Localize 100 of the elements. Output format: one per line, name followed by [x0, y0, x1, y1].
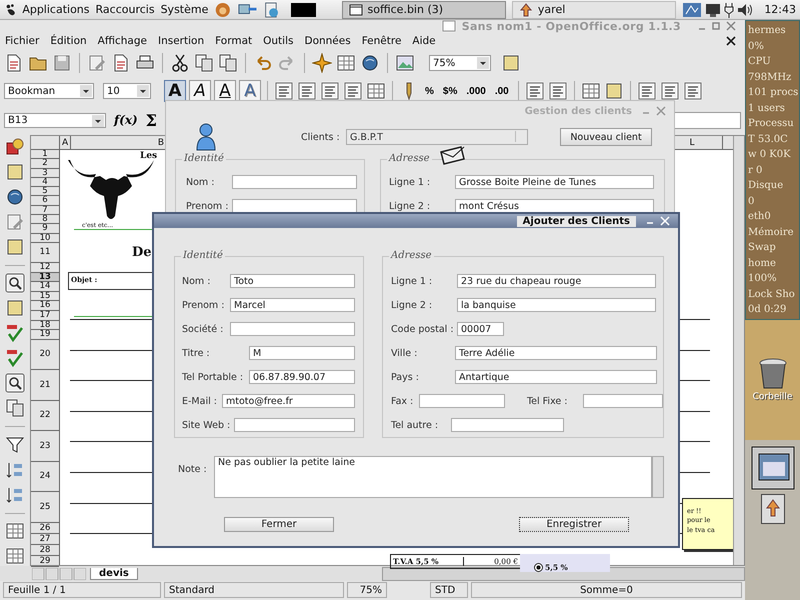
copy-icon[interactable]: [194, 53, 214, 73]
foot-icon[interactable]: [4, 2, 16, 16]
justify-icon[interactable]: [343, 81, 363, 101]
merge-cells-icon[interactable]: [366, 81, 386, 101]
input-field[interactable]: 06.87.89.90.07: [249, 370, 355, 384]
row-header[interactable]: 8: [31, 215, 59, 224]
paste-icon[interactable]: [218, 53, 238, 73]
document-globe-icon[interactable]: [263, 0, 281, 18]
input-field[interactable]: Terre Adélie: [455, 346, 657, 360]
funnel-icon[interactable]: [5, 434, 25, 455]
cell-reference-field[interactable]: B13: [4, 112, 106, 128]
row-header[interactable]: 15: [31, 292, 59, 302]
taskbar-button[interactable]: soffice.bin (3): [342, 0, 506, 18]
row-header[interactable]: 3: [31, 168, 59, 178]
row-header[interactable]: 25: [31, 492, 59, 523]
input-field[interactable]: Antartique: [455, 370, 657, 384]
search-icon[interactable]: [5, 373, 25, 394]
save-button[interactable]: Enregistrer: [519, 517, 629, 532]
input-field[interactable]: la banquise: [457, 298, 656, 312]
input-field[interactable]: [582, 394, 663, 408]
plug-icon[interactable]: [724, 2, 734, 18]
sheet-tab[interactable]: devis: [90, 568, 138, 580]
copy-icon[interactable]: [5, 398, 25, 418]
align-center-icon[interactable]: [297, 81, 317, 101]
number-format-button[interactable]: $%: [440, 81, 460, 101]
magnifier-icon[interactable]: [5, 273, 25, 294]
input-field[interactable]: M: [249, 346, 355, 360]
row-header[interactable]: 18: [31, 320, 59, 330]
input-field[interactable]: 00007: [457, 322, 504, 336]
row-header[interactable]: 10: [31, 234, 59, 243]
menu-item[interactable]: Outils: [263, 34, 294, 46]
bold-button[interactable]: A: [164, 80, 186, 102]
clock[interactable]: 12:43: [764, 3, 796, 16]
shapes-icon[interactable]: [5, 137, 25, 157]
close-button[interactable]: Fermer: [224, 517, 334, 532]
monitor-icon[interactable]: [705, 2, 722, 18]
globe-icon[interactable]: [360, 53, 380, 73]
panel-menu[interactable]: Système: [160, 3, 208, 16]
vertical-scrollbar[interactable]: [733, 136, 744, 565]
menu-item[interactable]: Fichier: [5, 34, 40, 46]
function-button[interactable]: f(x): [114, 113, 138, 127]
clients-spinbox[interactable]: G.B.P.T: [346, 129, 528, 145]
number-format-button[interactable]: .000: [463, 81, 489, 101]
column-header[interactable]: A: [60, 136, 71, 149]
menu-item[interactable]: Aide: [412, 34, 436, 46]
menu-item[interactable]: Format: [215, 34, 252, 46]
align-left-icon[interactable]: [274, 81, 294, 101]
menu-item[interactable]: Affichage: [98, 34, 147, 46]
row-header[interactable]: 17: [31, 310, 59, 321]
row-header[interactable]: 27: [31, 534, 59, 546]
row-header[interactable]: 9: [31, 224, 59, 234]
taskbar-button[interactable]: yarel: [512, 0, 676, 18]
panel-menu[interactable]: Raccourcis: [96, 3, 155, 16]
menu-item[interactable]: Insertion: [158, 34, 204, 46]
row-header[interactable]: 19: [31, 330, 59, 340]
terminal-launcher[interactable]: [290, 2, 316, 16]
row-header[interactable]: 5: [31, 187, 59, 196]
row-header[interactable]: 24: [31, 462, 59, 492]
underline-button[interactable]: A: [214, 80, 236, 102]
row-header[interactable]: 22: [31, 400, 59, 432]
number-format-button[interactable]: %: [422, 81, 437, 101]
input-field[interactable]: Marcel: [230, 298, 355, 312]
row-header[interactable]: 6: [31, 196, 59, 206]
input-field[interactable]: 23 rue du chapeau rouge: [457, 274, 656, 288]
input-field[interactable]: Grosse Boite Pleine de Tunes: [455, 175, 654, 189]
menu-item[interactable]: Fenêtre: [362, 34, 402, 46]
radio-button[interactable]: [534, 563, 543, 572]
row-header[interactable]: 14: [31, 282, 59, 292]
input-field[interactable]: Toto: [230, 274, 355, 288]
row-header[interactable]: 20: [31, 340, 59, 370]
row-header[interactable]: 26: [31, 522, 59, 534]
input-field[interactable]: [232, 199, 357, 213]
menu-item[interactable]: Édition: [50, 34, 87, 46]
row-header[interactable]: 11: [31, 242, 59, 263]
row-header[interactable]: 2: [31, 159, 59, 169]
spellcheck-icon[interactable]: [5, 323, 25, 344]
vertical-scrollbar[interactable]: [652, 456, 664, 498]
new-client-button[interactable]: Nouveau client: [560, 128, 652, 146]
table-icon[interactable]: [5, 546, 25, 566]
borders-icon[interactable]: [580, 81, 601, 101]
shadow-button[interactable]: A: [239, 80, 261, 102]
row-header[interactable]: 1: [31, 150, 59, 160]
speaker-icon[interactable]: [737, 2, 754, 18]
italic-button[interactable]: A: [189, 80, 211, 102]
input-field[interactable]: mont Crésus: [455, 199, 654, 213]
sum-button[interactable]: Σ: [146, 110, 157, 130]
row-header[interactable]: 4: [31, 178, 59, 188]
input-field[interactable]: [419, 394, 505, 408]
pencil-icon[interactable]: [5, 212, 25, 232]
row-header[interactable]: 23: [31, 431, 59, 462]
font-size-dropdown[interactable]: 10: [103, 83, 151, 99]
spellcheck-icon[interactable]: [5, 348, 25, 368]
row-header[interactable]: 16: [31, 301, 59, 311]
input-field[interactable]: mtoto@free.fr: [222, 394, 355, 408]
input-field[interactable]: [232, 175, 357, 189]
window-icon[interactable]: [750, 446, 794, 490]
input-field[interactable]: [451, 418, 564, 432]
input-field[interactable]: [230, 322, 355, 336]
input-field[interactable]: [234, 418, 355, 432]
edit-document-icon[interactable]: [87, 53, 107, 73]
